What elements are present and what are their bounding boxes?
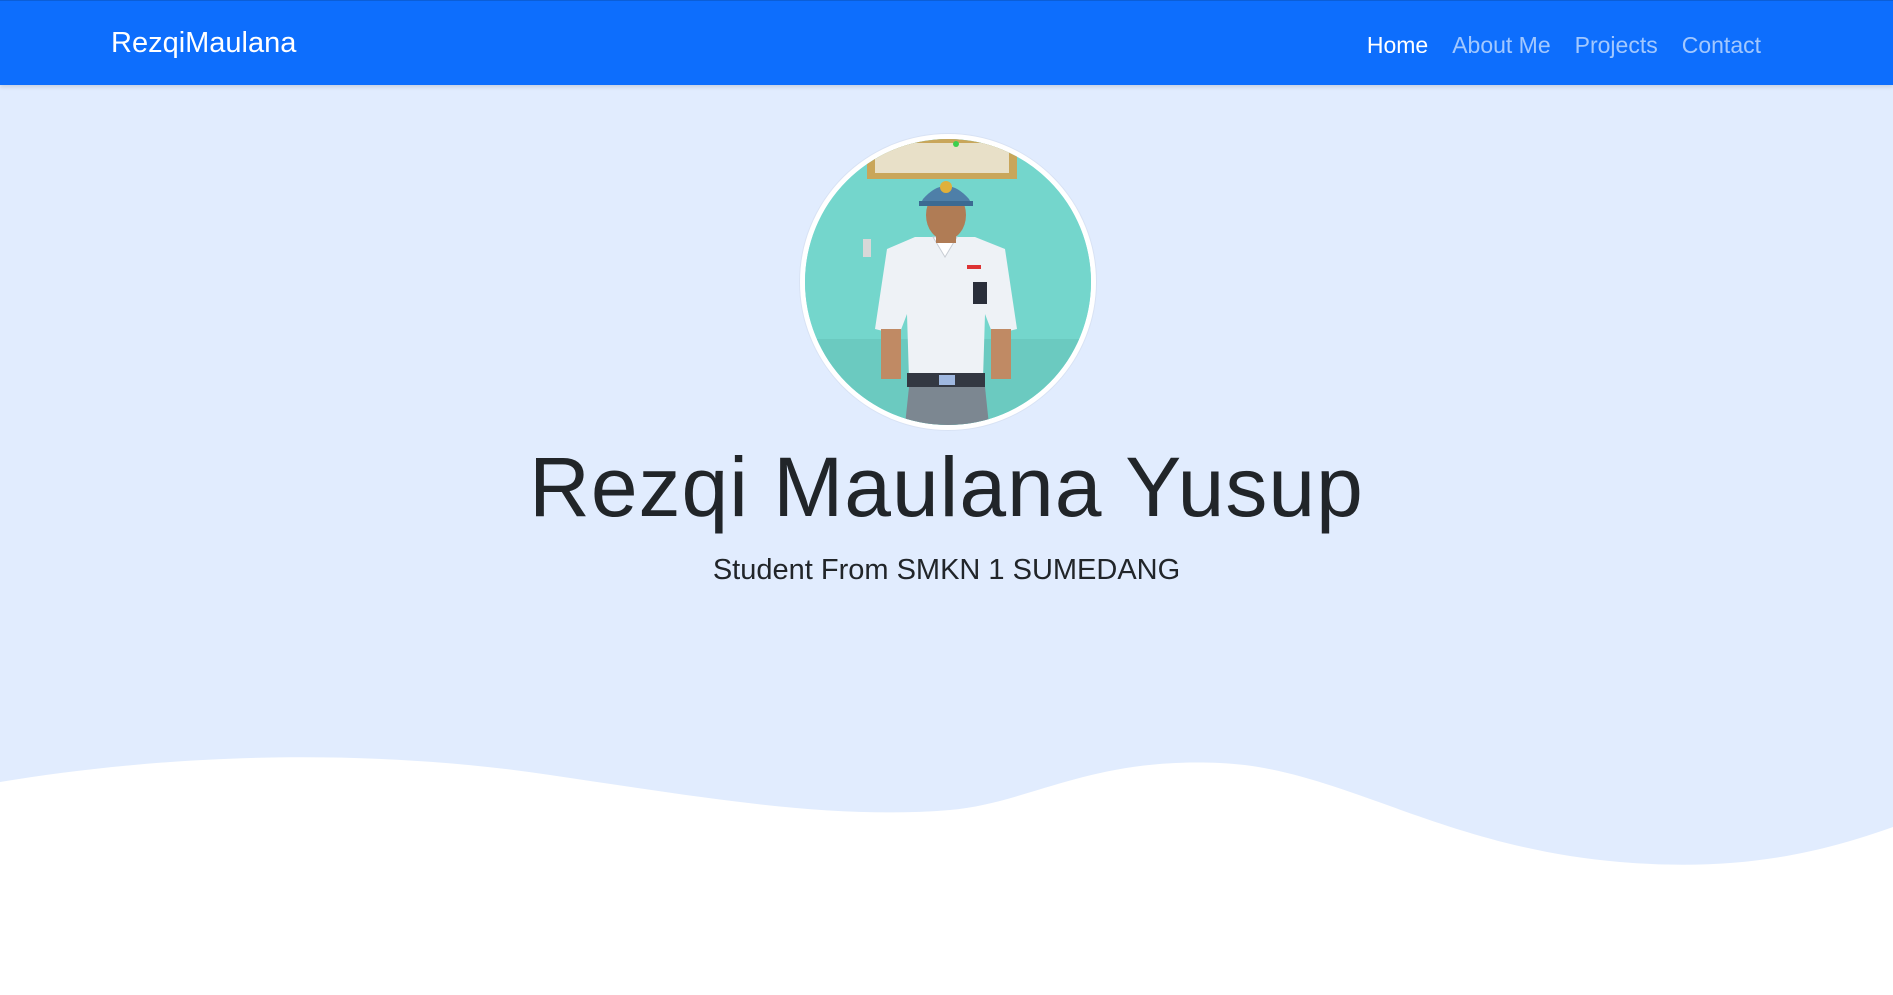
hero-name-heading: Rezqi Maulana Yusup [529, 440, 1364, 534]
hero-subtitle: Student From SMKN 1 SUMEDANG [712, 554, 1181, 586]
nav-link-contact[interactable]: Contact [1670, 29, 1773, 61]
profile-photo [805, 139, 1091, 425]
nav-link-home[interactable]: Home [1355, 29, 1440, 61]
navbar-brand[interactable]: RezqiMaulana [111, 25, 296, 61]
profile-avatar [800, 134, 1096, 430]
hero-section: Rezqi Maulana Yusup Student From SMKN 1 … [0, 85, 1893, 995]
navbar: RezqiMaulana Home About Me Projects Cont… [0, 0, 1893, 85]
nav-links: Home About Me Projects Contact [1355, 29, 1773, 61]
nav-link-about-me[interactable]: About Me [1440, 29, 1562, 61]
nav-link-projects[interactable]: Projects [1563, 29, 1670, 61]
